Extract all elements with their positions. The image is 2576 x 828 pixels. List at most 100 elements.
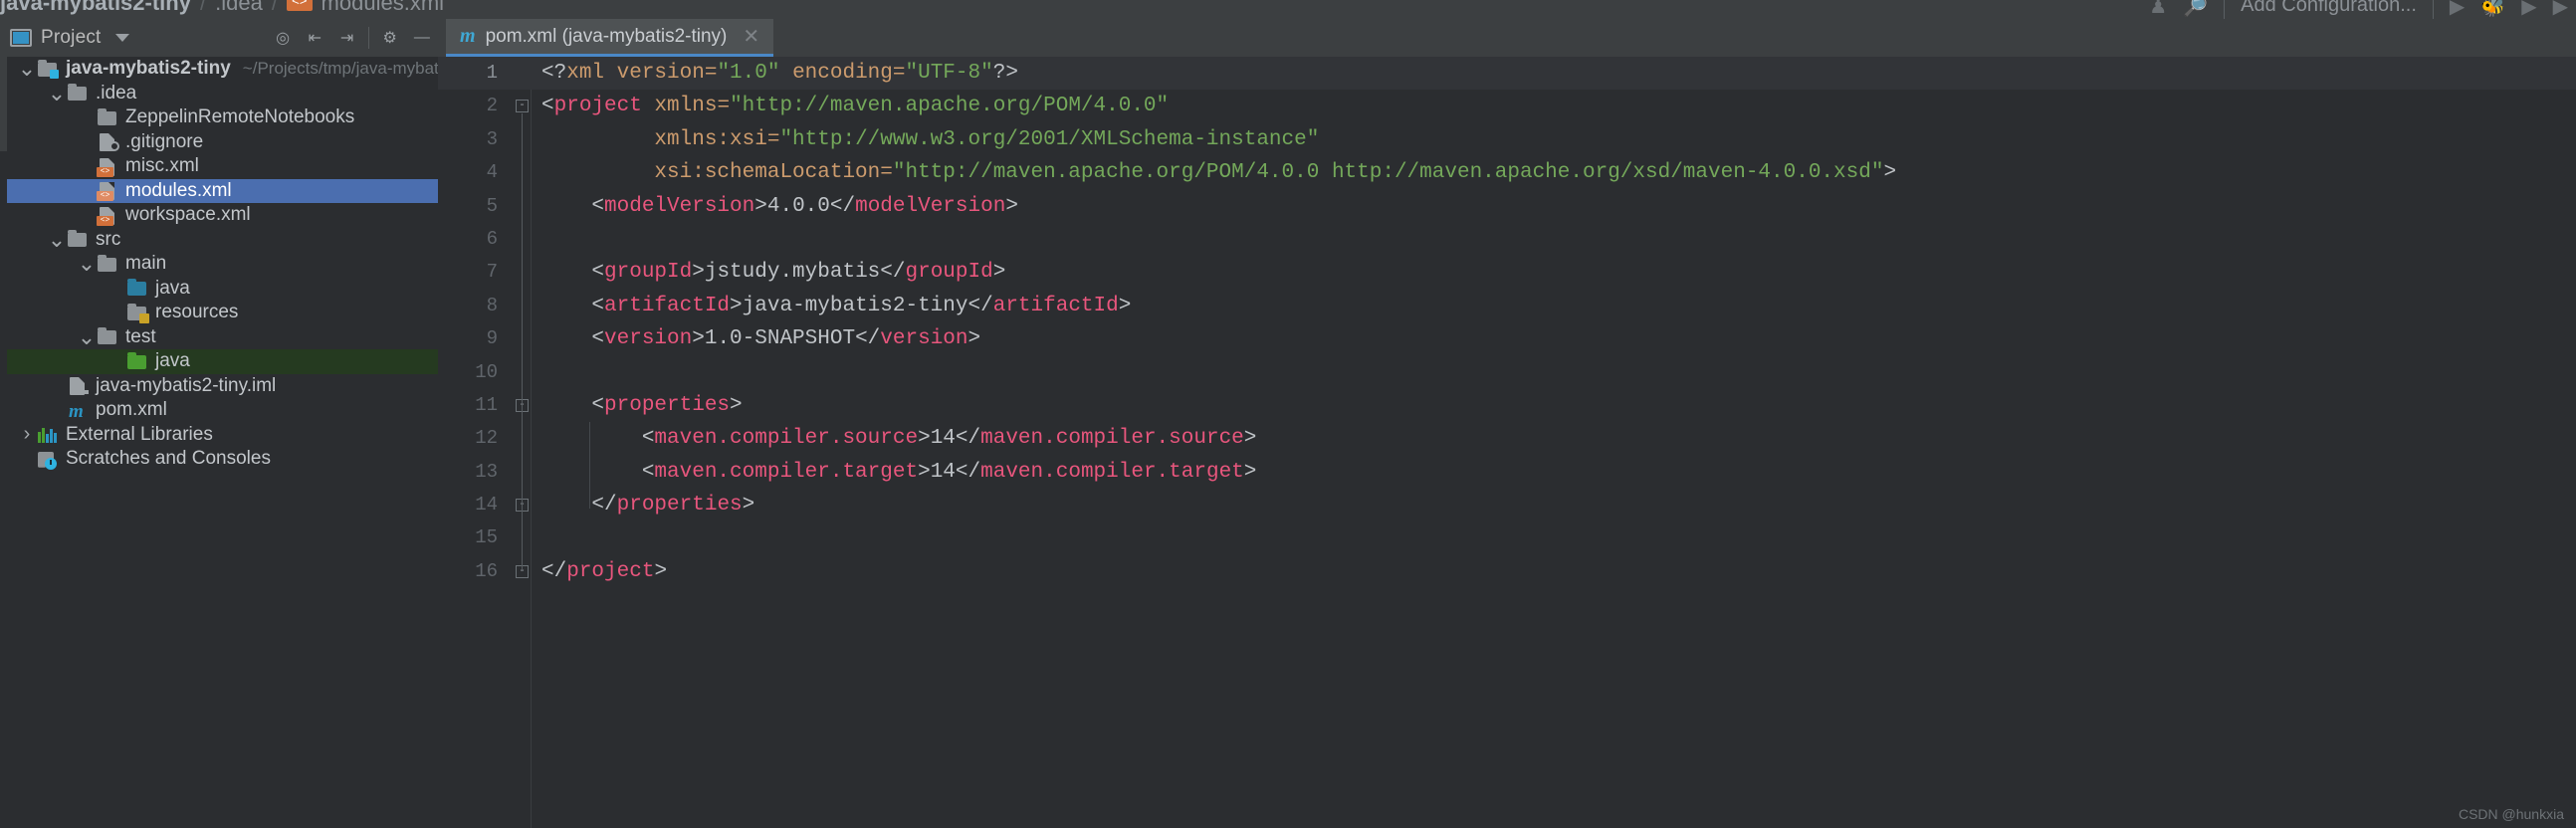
tree-row[interactable]: ⌄ java-mybatis2-tiny ~/Projects/tmp/java-m… <box>7 57 438 82</box>
tree-row[interactable]: resources <box>7 301 438 325</box>
code-token-punc: < <box>541 327 605 351</box>
tree-row-label: misc.xml <box>125 155 199 177</box>
code-line[interactable]: 8 <artifactId>java-mybatis2-tiny</artifa… <box>438 290 2576 322</box>
code-line[interactable]: 5 <modelVersion>4.0.0</modelVersion> <box>438 190 2576 223</box>
breadcrumb[interactable]: java-mybatis2-tiny / .idea / <> modules.… <box>0 0 444 16</box>
code-token-punc: < <box>541 194 605 218</box>
chevron-down-icon[interactable]: ⌄ <box>47 82 67 104</box>
breadcrumb-item-modules[interactable]: modules.xml <box>322 0 444 16</box>
debug-icon[interactable]: 🐝 <box>2480 0 2505 19</box>
breadcrumb-item-idea[interactable]: .idea <box>215 0 263 16</box>
tree-row-label: java-mybatis2-tiny.iml <box>96 374 277 396</box>
code-line[interactable]: 2 - <project xmlns="http://maven.apache.or… <box>438 90 2576 122</box>
breadcrumb-item-project[interactable]: java-mybatis2-tiny <box>0 0 191 16</box>
code-token-tag: artifactId <box>992 294 1119 317</box>
code-line[interactable]: 10 <box>438 356 2576 389</box>
tree-row-label: workspace.xml <box>125 204 251 226</box>
chevron-right-icon[interactable]: › <box>17 423 37 446</box>
chevron-down-icon[interactable]: ⌄ <box>47 228 67 250</box>
code-line[interactable]: 7 <groupId>jstudy.mybatis</groupId> <box>438 256 2576 289</box>
code-line[interactable]: 3 xmlns:xsi="http://www.w3.org/2001/XMLS… <box>438 123 2576 156</box>
line-number: 15 <box>475 526 498 549</box>
tree-row[interactable]: ZeppelinRemoteNotebooks <box>7 105 438 130</box>
run-icon[interactable]: ▶ <box>2450 0 2465 19</box>
tree-row[interactable]: <> misc.xml <box>7 154 438 179</box>
iml-file-icon <box>67 376 89 396</box>
tree-row[interactable]: ⌄ main <box>7 252 438 277</box>
tree-row[interactable]: .gitignore <box>7 130 438 155</box>
tree-row[interactable]: ⌄ src <box>7 228 438 253</box>
folder-icon <box>67 230 89 249</box>
tree-row[interactable]: <> workspace.xml <box>7 203 438 228</box>
line-number: 10 <box>475 360 498 383</box>
tree-row-label: modules.xml <box>125 179 232 201</box>
code-token-punc: > <box>1005 194 1018 218</box>
code-token-punc <box>541 161 654 184</box>
code-line[interactable]: 14- </properties> <box>438 489 2576 521</box>
code-token-txt: java-mybatis2-tiny <box>742 294 968 317</box>
expand-all-icon[interactable]: ⇤ <box>299 19 330 57</box>
code-line[interactable]: 15 <box>438 521 2576 554</box>
chevron-down-icon[interactable]: ⌄ <box>77 253 97 275</box>
code-line-text: <version>1.0-SNAPSHOT</version> <box>541 322 980 355</box>
search-everywhere-icon[interactable]: 🔎 <box>2183 0 2208 19</box>
code-line-text: <project xmlns="http://maven.apache.org/… <box>541 90 1169 122</box>
chevron-down-icon[interactable]: ⌄ <box>17 58 37 80</box>
tree-row[interactable]: java <box>7 349 438 374</box>
project-tree-panel[interactable]: ⌄ java-mybatis2-tiny ~/Projects/tmp/java-m… <box>0 57 438 828</box>
profiler-icon[interactable]: ▶ <box>2553 0 2568 19</box>
folder-icon <box>97 254 118 274</box>
code-line[interactable]: 4 xsi:schemaLocation="http://maven.apach… <box>438 156 2576 189</box>
tab-pom-xml[interactable]: m pom.xml (java-mybatis2-tiny) ✕ <box>446 19 774 57</box>
tree-row[interactable]: m pom.xml <box>7 398 438 423</box>
code-token-punc: > <box>1883 161 1897 185</box>
tool-window-rail-lower <box>0 151 7 828</box>
tree-row[interactable]: Scratches and Consoles <box>7 447 438 472</box>
code-line[interactable]: 13 <maven.compiler.target>14</maven.comp… <box>438 456 2576 489</box>
project-window-icon <box>10 29 32 47</box>
line-number: 12 <box>475 427 498 450</box>
code-line[interactable]: 11- <properties> <box>438 389 2576 422</box>
code-line[interactable]: 9 <version>1.0-SNAPSHOT</version> <box>438 322 2576 355</box>
hide-panel-icon[interactable]: — <box>406 19 438 57</box>
source-root-folder-icon <box>126 279 148 298</box>
code-line[interactable]: 1 <?xml version="1.0" encoding="UTF-8"?> <box>438 57 2576 91</box>
project-panel-actions: ◎ ⇤ ⇥ ⚙ — <box>267 19 438 57</box>
close-icon[interactable]: ✕ <box>743 24 759 49</box>
fold-toggle-icon[interactable]: - <box>516 100 529 113</box>
collapse-all-icon[interactable]: ⇥ <box>330 19 362 57</box>
code-token-punc: > <box>654 559 668 583</box>
gitignore-file-icon <box>97 132 119 152</box>
tree-row[interactable]: ⌄ .idea <box>7 82 438 106</box>
xml-file-icon: <> <box>286 0 313 11</box>
tree-row[interactable]: java-mybatis2-tiny.iml <box>7 374 438 399</box>
tree-row[interactable]: java <box>7 277 438 302</box>
code-line[interactable]: 16- </project> <box>438 555 2576 588</box>
select-opened-file-icon[interactable]: ◎ <box>267 19 299 57</box>
code-line-text: <properties> <box>541 389 742 422</box>
code-token-punc: < <box>541 294 605 317</box>
code-line[interactable]: 6 <box>438 223 2576 256</box>
tree-row[interactable]: › External Libraries <box>7 423 438 448</box>
run-with-coverage-icon[interactable]: ▶ <box>2521 0 2536 19</box>
chevron-down-icon[interactable]: ⌄ <box>77 325 97 347</box>
tree-row-label: java-mybatis2-tiny <box>66 58 231 80</box>
code-line-text: </properties> <box>541 489 754 521</box>
tree-row[interactable]: <> modules.xml <box>7 178 438 203</box>
code-line[interactable]: 12 <maven.compiler.source>14</maven.comp… <box>438 422 2576 455</box>
tree-row[interactable]: ⌄ test <box>7 325 438 350</box>
settings-gear-icon[interactable]: ⚙ <box>374 19 406 57</box>
user-avatar-icon[interactable]: ♟ <box>2149 0 2167 19</box>
add-configuration-button[interactable]: Add Configuration... <box>2224 0 2434 19</box>
code-token-punc <box>642 95 655 117</box>
code-editor[interactable]: 1 <?xml version="1.0" encoding="UTF-8"?> 2… <box>438 57 2576 828</box>
code-token-punc: </ <box>829 194 856 218</box>
code-token-txt: 4.0.0 <box>766 194 830 218</box>
code-token-punc: ?> <box>992 62 1018 85</box>
code-content[interactable]: 1 <?xml version="1.0" encoding="UTF-8"?> 2… <box>438 57 2576 828</box>
tree-row-label: java <box>155 277 190 299</box>
test-source-root-folder-icon <box>126 351 148 371</box>
chevron-down-icon[interactable] <box>114 34 129 42</box>
project-tree[interactable]: ⌄ java-mybatis2-tiny ~/Projects/tmp/java-m… <box>7 57 438 472</box>
